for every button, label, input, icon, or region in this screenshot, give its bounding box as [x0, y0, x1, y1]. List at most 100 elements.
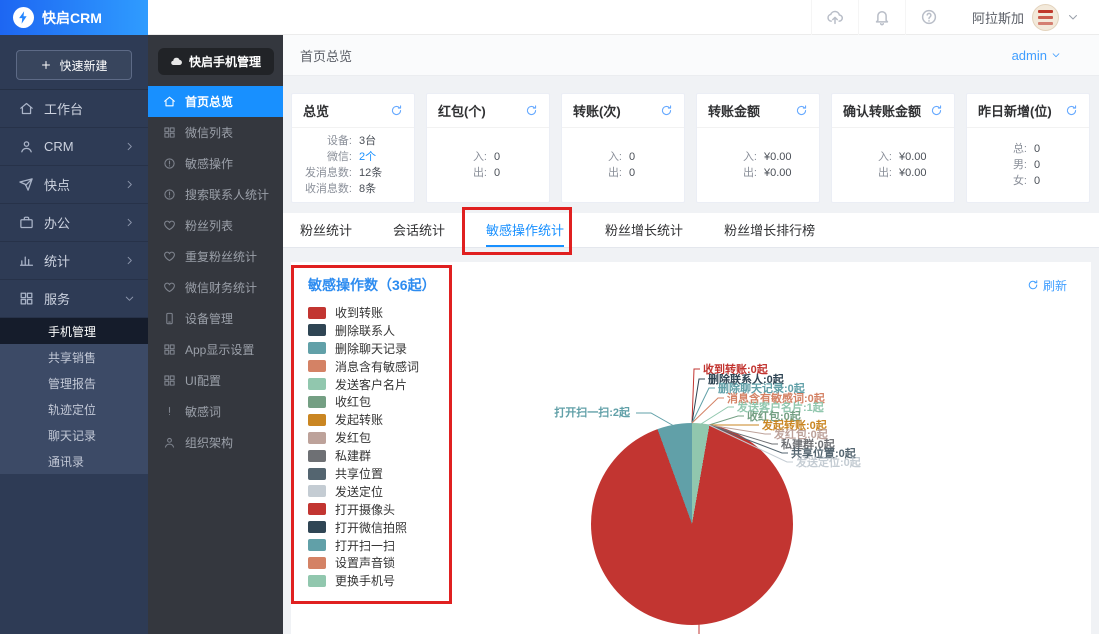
module-item-sensitive-words[interactable]: 敏感词	[148, 396, 283, 427]
module-header-button[interactable]: 快启手机管理	[158, 48, 274, 75]
sidebar-item-label: 办公	[44, 213, 70, 232]
stat-row: 出:¥0.00	[832, 167, 954, 180]
tab-session-stats[interactable]: 会话统计	[393, 213, 445, 247]
stat-card-body: 入:0出:0	[427, 128, 549, 203]
stat-row-label: 入:	[562, 151, 622, 164]
sidebar-item-crm[interactable]: CRM	[0, 128, 148, 166]
module-item-label: 敏感操作	[185, 155, 233, 172]
sidebar-item-office[interactable]: 办公	[0, 204, 148, 242]
stat-card-body: 设备:3台微信:2个发消息数:12条收消息数:8条	[292, 128, 414, 203]
sidebar-item-services[interactable]: 服务	[0, 280, 148, 318]
refresh-icon[interactable]	[795, 104, 808, 117]
stat-card-red-packets: 红包(个)入:0出:0	[426, 93, 550, 203]
sidebar-subitem-shared-sales[interactable]: 共享销售	[0, 344, 148, 370]
sidebar-item-workbench[interactable]: 工作台	[0, 90, 148, 128]
module-item-home-overview[interactable]: 首页总览	[148, 86, 283, 117]
tab-sensitive-op-stats[interactable]: 敏感操作统计	[486, 213, 564, 247]
module-item-wechat-list[interactable]: 微信列表	[148, 117, 283, 148]
legend-item[interactable]: 更换手机号	[308, 574, 419, 587]
module-item-label: App显示设置	[185, 341, 254, 358]
legend-item[interactable]: 私建群	[308, 449, 419, 462]
sidebar-subitem-track-location[interactable]: 轨迹定位	[0, 396, 148, 422]
notification-button[interactable]	[858, 0, 905, 35]
stat-row-label: 出:	[562, 167, 622, 180]
legend-item[interactable]: 发送客户名片	[308, 378, 419, 391]
legend-swatch	[308, 396, 326, 408]
chart-panel-header: 敏感操作数（36起） 刷新	[291, 262, 1091, 295]
sidebar-subitem-management-report[interactable]: 管理报告	[0, 370, 148, 396]
refresh-icon[interactable]	[660, 104, 673, 117]
sidebar-subitem-chat-records[interactable]: 聊天记录	[0, 422, 148, 448]
refresh-icon[interactable]	[525, 104, 538, 117]
module-item-label: UI配置	[185, 372, 221, 389]
module-item-label: 组织架构	[185, 434, 233, 451]
module-item-device-management[interactable]: 设备管理	[148, 303, 283, 334]
quick-create-button[interactable]: 快速新建	[16, 50, 132, 80]
legend-swatch	[308, 521, 326, 533]
pie-label-13: 打开扫一扫:2起	[554, 404, 630, 420]
chevron-right-icon	[124, 141, 135, 152]
sidebar-item-label: 统计	[44, 251, 70, 270]
admin-dropdown[interactable]: admin	[1012, 48, 1061, 63]
legend-item[interactable]: 删除聊天记录	[308, 342, 419, 355]
stat-row-value: 0	[1034, 159, 1040, 172]
module-item-fans-list[interactable]: 粉丝列表	[148, 210, 283, 241]
module-item-duplicate-fans-stats[interactable]: 重复粉丝统计	[148, 241, 283, 272]
stat-row-value: 0	[1034, 175, 1040, 188]
stat-card-title: 昨日新增(位)	[978, 101, 1052, 120]
tab-fans-stats[interactable]: 粉丝统计	[300, 213, 352, 247]
stat-row-value: 0	[494, 151, 500, 164]
sidebar-item-label: 工作台	[44, 99, 83, 118]
legend-swatch	[308, 468, 326, 480]
legend-item[interactable]: 打开摄像头	[308, 503, 419, 516]
tab-fans-growth-stats[interactable]: 粉丝增长统计	[605, 213, 683, 247]
legend-item[interactable]: 打开微信拍照	[308, 521, 419, 534]
stat-row-value: 0	[629, 167, 635, 180]
stat-row-label: 微信:	[292, 151, 352, 164]
module-item-wechat-finance-stats[interactable]: 微信财务统计	[148, 272, 283, 303]
sidebar-subitem-contacts[interactable]: 通讯录	[0, 448, 148, 474]
stat-card-title: 转账(次)	[573, 101, 621, 120]
legend-item[interactable]: 收红包	[308, 395, 419, 408]
bang-icon	[163, 405, 176, 418]
refresh-icon[interactable]	[1065, 104, 1078, 117]
legend-label: 收红包	[335, 393, 371, 410]
help-button[interactable]	[905, 0, 952, 35]
legend-swatch	[308, 378, 326, 390]
stat-row-label: 男:	[967, 159, 1027, 172]
legend-item[interactable]: 发起转账	[308, 413, 419, 426]
plus-icon	[40, 59, 52, 71]
legend-item[interactable]: 打开扫一扫	[308, 539, 419, 552]
legend-item[interactable]: 设置声音锁	[308, 556, 419, 569]
module-item-sensitive-ops[interactable]: 敏感操作	[148, 148, 283, 179]
refresh-icon[interactable]	[930, 104, 943, 117]
legend-item[interactable]: 共享位置	[308, 467, 419, 480]
refresh-button[interactable]: 刷新	[1027, 277, 1067, 294]
sidebar-subitem-phone-management[interactable]: 手机管理	[0, 318, 148, 344]
legend-item[interactable]: 发红包	[308, 431, 419, 444]
module-item-label: 搜索联系人统计	[185, 186, 269, 203]
stat-row-value: 0	[1034, 143, 1040, 156]
module-header-label: 快启手机管理	[189, 53, 261, 70]
module-item-app-display-settings[interactable]: App显示设置	[148, 334, 283, 365]
grid-icon	[163, 374, 176, 387]
legend-item[interactable]: 收到转账	[308, 306, 419, 319]
legend-item[interactable]: 消息含有敏感词	[308, 360, 419, 373]
sidebar-item-kuaidian[interactable]: 快点	[0, 166, 148, 204]
refresh-icon[interactable]	[390, 104, 403, 117]
stat-row-value[interactable]: 2个	[359, 151, 376, 164]
user-menu[interactable]: 阿拉斯加	[952, 0, 1099, 35]
tab-fans-growth-ranking[interactable]: 粉丝增长排行榜	[724, 213, 815, 247]
module-item-org-structure[interactable]: 组织架构	[148, 427, 283, 458]
module-item-search-contact-stats[interactable]: 搜索联系人统计	[148, 179, 283, 210]
pie-chart[interactable]	[591, 423, 793, 625]
home-icon	[19, 101, 34, 116]
module-item-ui-config[interactable]: UI配置	[148, 365, 283, 396]
stat-row-value: 3台	[359, 135, 376, 148]
cloud-upload-button[interactable]	[811, 0, 858, 35]
module-item-label: 重复粉丝统计	[185, 248, 257, 265]
legend-item[interactable]: 发送定位	[308, 485, 419, 498]
module-item-label: 微信列表	[185, 124, 233, 141]
legend-item[interactable]: 删除联系人	[308, 324, 419, 337]
sidebar-item-statistics[interactable]: 统计	[0, 242, 148, 280]
